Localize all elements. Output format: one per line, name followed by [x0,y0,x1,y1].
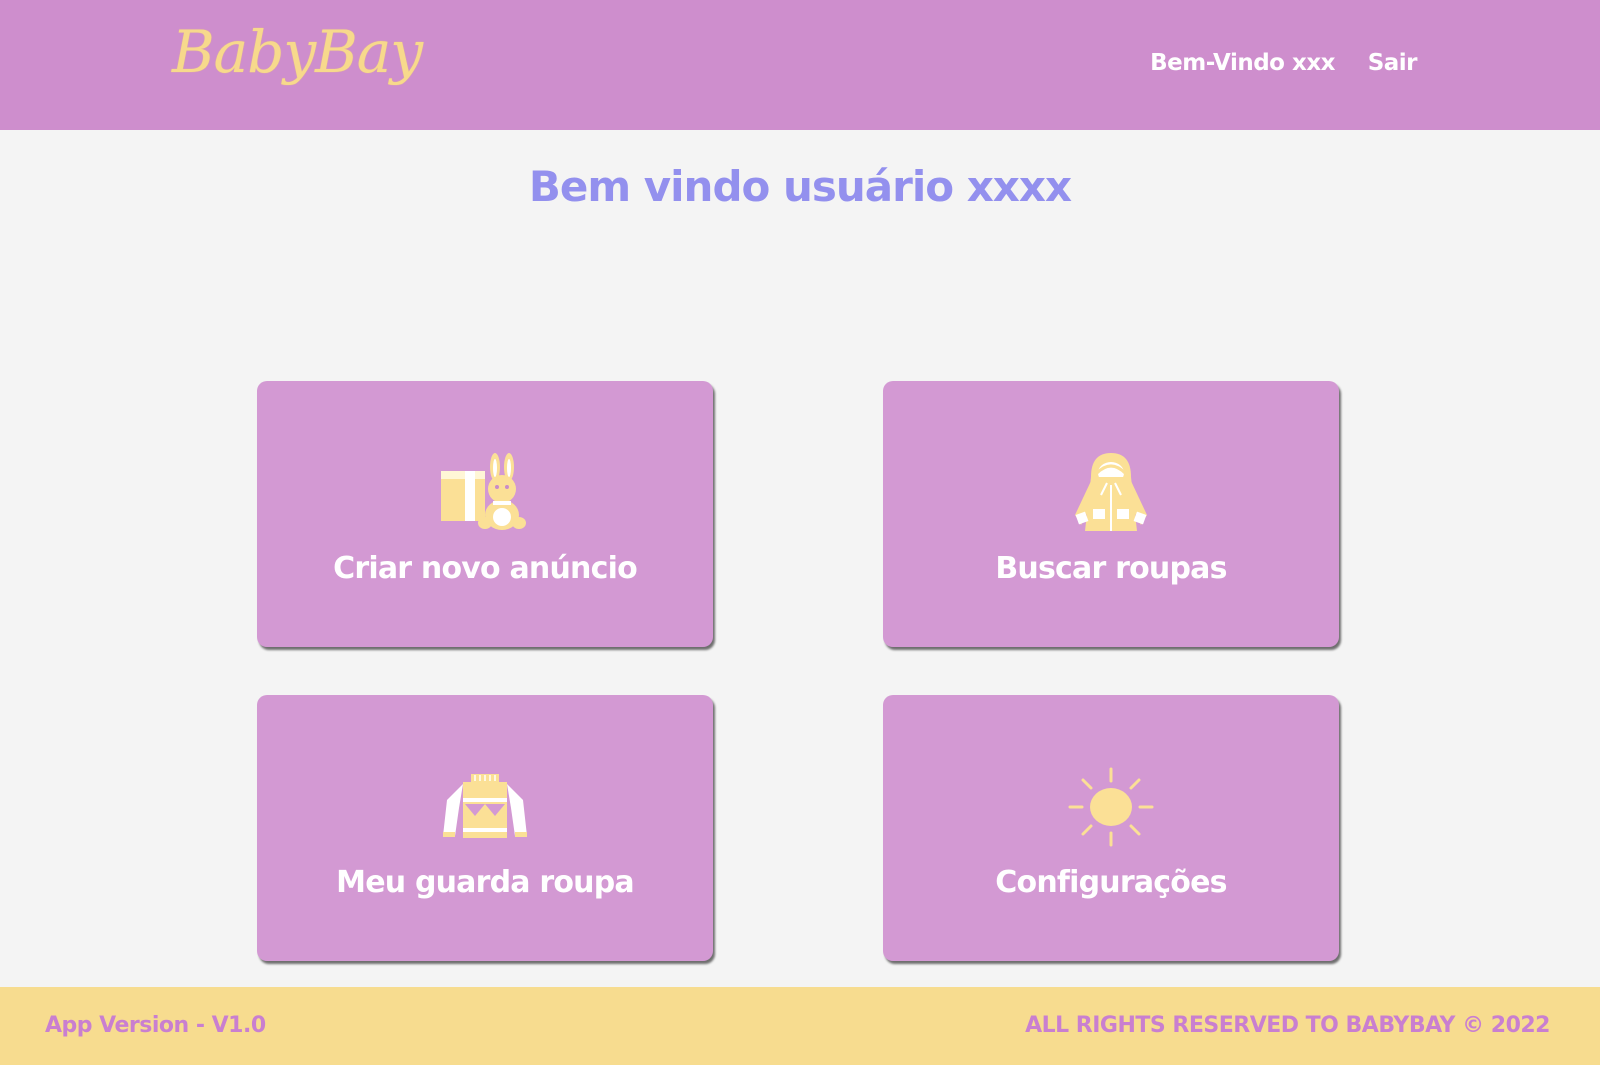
create-listing-card[interactable]: Criar novo anúncio [257,381,713,647]
app-version: App Version - V1.0 [45,1013,266,1038]
footer: App Version - V1.0 ALL RIGHTS RESERVED T… [0,987,1600,1065]
settings-label: Configurações [995,865,1227,900]
toy-gift-icon [257,451,713,535]
logout-link[interactable]: Sair [1368,50,1418,76]
create-listing-label: Criar novo anúncio [333,551,638,586]
settings-card[interactable]: Configurações [883,695,1339,961]
top-header: BabyBay Bem-Vindo xxx Sair [0,0,1600,130]
search-clothes-label: Buscar roupas [995,551,1227,586]
my-wardrobe-card[interactable]: Meu guarda roupa [257,695,713,961]
top-nav: Bem-Vindo xxx Sair [0,50,1600,82]
copyright-notice: ALL RIGHTS RESERVED TO BABYBAY © 2022 [1025,1013,1550,1038]
my-wardrobe-label: Meu guarda roupa [336,865,635,900]
sun-icon [883,765,1339,849]
welcome-user-link[interactable]: Bem-Vindo xxx [1150,50,1335,76]
search-clothes-card[interactable]: Buscar roupas [883,381,1339,647]
sweater-icon [257,765,713,849]
page-title: Bem vindo usuário xxxx [528,162,1072,211]
raincoat-icon [883,451,1339,535]
